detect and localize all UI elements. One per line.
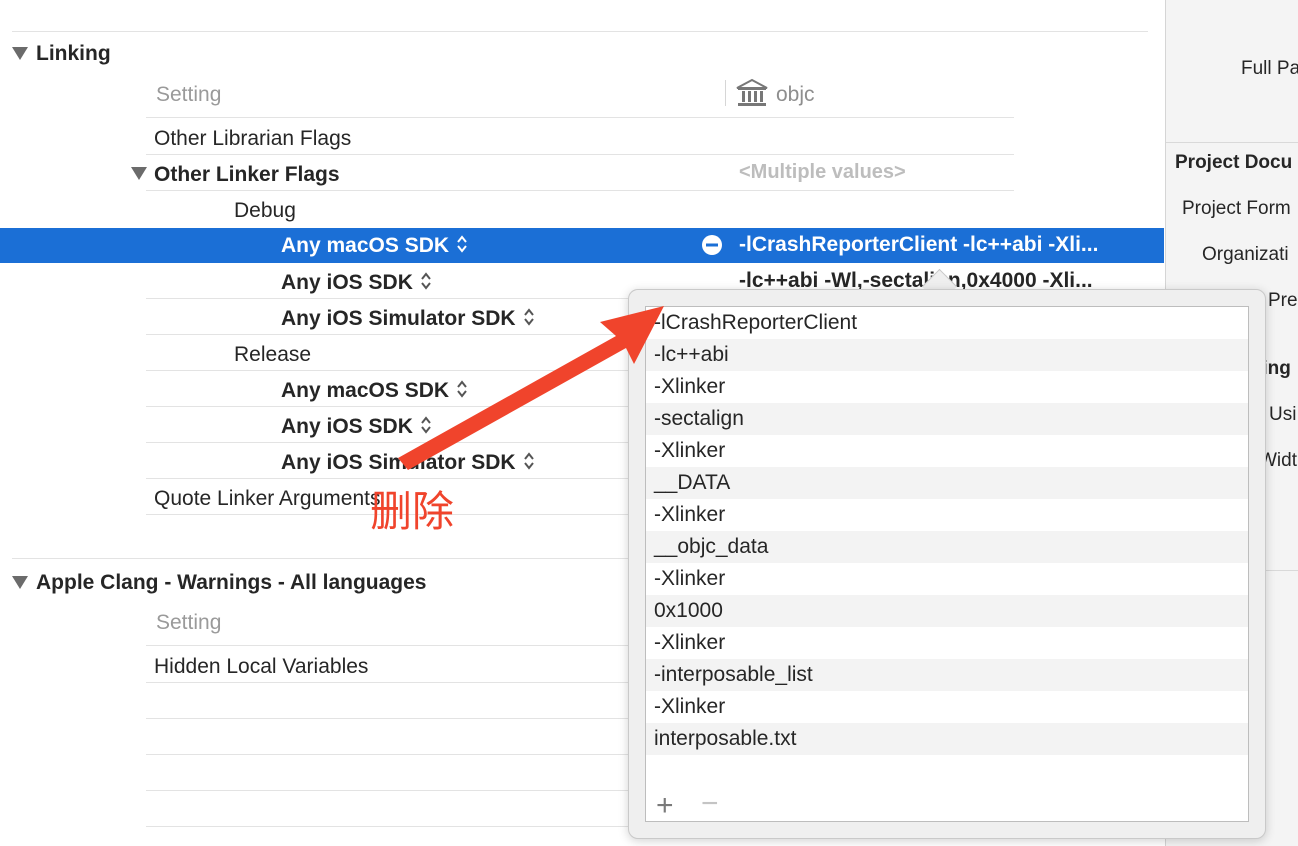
annotation-arrow-icon <box>398 306 664 470</box>
annotation-delete-label: 删除 <box>370 487 455 536</box>
